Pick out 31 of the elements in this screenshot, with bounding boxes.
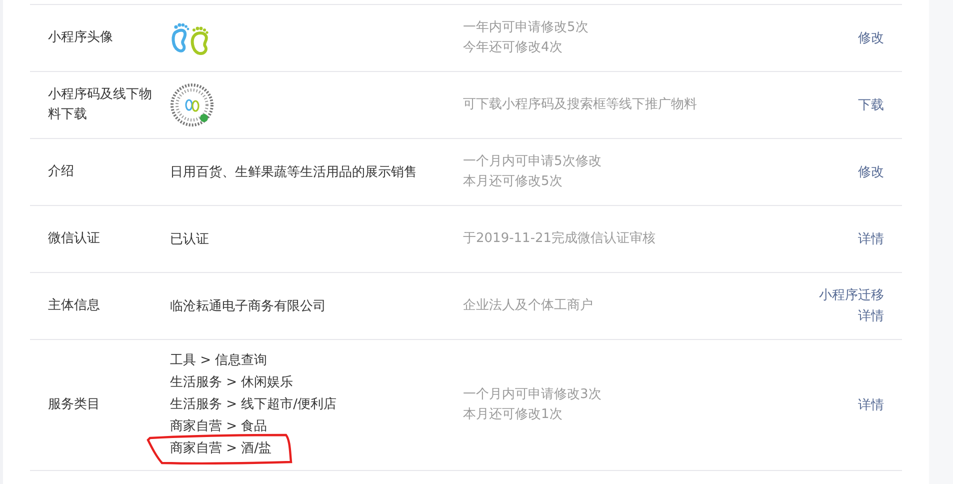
qr-code-icon — [170, 83, 214, 127]
row-label: 小程序码及线下物料下载 — [47, 86, 153, 124]
value-text: 临沧耘通电子商务有限公司 — [170, 298, 327, 315]
value-text: 日用百货、生鲜果蔬等生活用品的展示销售 — [170, 164, 418, 181]
category-path: 商家自营 > 酒/盐 — [170, 441, 272, 456]
action-link[interactable]: 详情 — [858, 394, 884, 416]
action-link[interactable]: 修改 — [858, 28, 884, 48]
note-text: 今年还可修改4次 — [463, 39, 564, 57]
action-link[interactable]: 详情 — [858, 228, 884, 250]
note-text: 可下载小程序码及搜索框等线下推广物料 — [463, 96, 698, 114]
note-text: 一年内可申请修改5次 — [463, 19, 590, 37]
note-text: 本月还可修改1次 — [463, 406, 564, 424]
category-path: 生活服务 > 休闲娱乐 — [170, 375, 294, 390]
action-link[interactable]: 修改 — [858, 162, 884, 182]
action-link[interactable]: 下载 — [858, 94, 884, 116]
action-link[interactable]: 小程序迁移 — [819, 285, 884, 306]
category-path: 商家自营 > 食品 — [170, 419, 268, 434]
row-label: 小程序头像 — [47, 29, 114, 47]
note-text: 一个月内可申请修改3次 — [463, 386, 602, 404]
action-link[interactable]: 详情 — [858, 306, 884, 327]
note-text: 一个月内可申请5次修改 — [463, 153, 602, 171]
category-path: 生活服务 > 线下超市/便利店 — [170, 397, 337, 412]
note-text: 本月还可修改5次 — [463, 173, 564, 191]
note-text: 于2019-11-21完成微信认证审核 — [463, 230, 657, 248]
row-label: 介绍 — [47, 163, 75, 181]
row-label: 微信认证 — [47, 230, 101, 248]
note-text: 企业法人及个体工商户 — [463, 297, 594, 315]
row-label: 主体信息 — [47, 297, 101, 315]
category-path: 工具 > 信息查询 — [170, 353, 268, 368]
value-text: 已认证 — [170, 231, 210, 248]
row-label: 服务类目 — [47, 396, 101, 414]
